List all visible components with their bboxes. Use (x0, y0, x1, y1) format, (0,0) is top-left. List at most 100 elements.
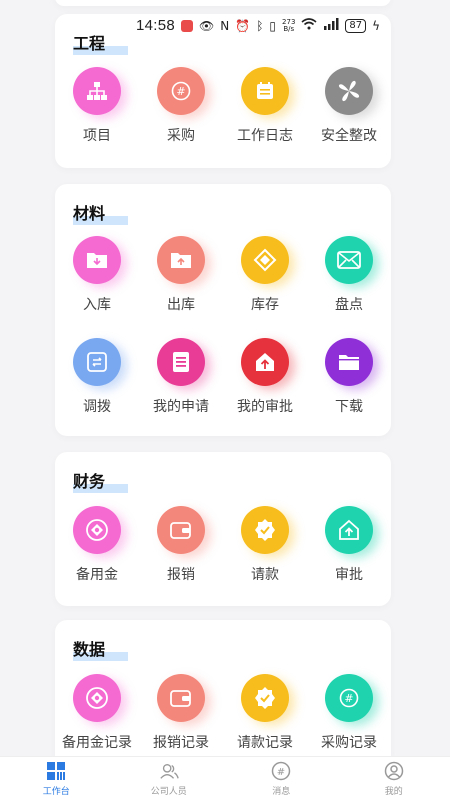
menu-item-stock-in[interactable]: 入库 (55, 236, 139, 314)
eye-icon: 👁 (199, 18, 215, 33)
menu-item-label: 出库 (167, 297, 195, 313)
menu-item-reimbursement[interactable]: 报销 (139, 506, 223, 584)
menu-item-stocktake[interactable]: 盘点 (307, 236, 391, 314)
menu-item-label: 我的审批 (237, 399, 293, 415)
menu-item-label: 我的申请 (153, 399, 209, 415)
menu-item-purchase[interactable]: # 采购 (139, 67, 223, 145)
section-title: 财务 (73, 472, 106, 491)
nav-item-workbench[interactable]: 工作台 (11, 761, 101, 797)
menu-item-label: 调拨 (83, 399, 111, 415)
calendar-log-icon (241, 67, 289, 115)
menu-item-label: 报销 (167, 567, 195, 583)
dashboard-icon (46, 761, 66, 781)
section-title-wrap: 财务 (73, 468, 128, 494)
badge-check-icon (241, 506, 289, 554)
menu-item-inventory[interactable]: 库存 (223, 236, 307, 314)
nav-item-staff[interactable]: 公司人员 (124, 761, 214, 797)
transfer-icon (73, 338, 121, 386)
status-bar-content: 14:58 👁 N ⏰ ᛒ ▯ 273 B/s 87 ϟ (130, 15, 387, 36)
hash-icon: # (157, 67, 205, 115)
folder-in-icon (73, 236, 121, 284)
menu-item-label: 盘点 (335, 297, 363, 313)
menu-item-label: 备用金记录 (62, 735, 132, 751)
section-grid: 备用金 报销 请款 审批 (55, 506, 391, 584)
net-speed: 273 B/s (282, 18, 295, 33)
menu-item-transfer[interactable]: 调拨 (55, 338, 139, 416)
wallet-icon (157, 506, 205, 554)
menu-item-label: 入库 (83, 297, 111, 313)
nav-label: 公司人员 (150, 786, 187, 797)
menu-item-label: 采购 (167, 128, 195, 144)
folder-out-icon (157, 236, 205, 284)
bluetooth-icon: ᛒ (256, 18, 264, 33)
menu-item-project[interactable]: 项目 (55, 67, 139, 145)
nav-item-messages[interactable]: # 消息 (236, 761, 326, 797)
diamond-icon (241, 236, 289, 284)
section-grid: 备用金记录 报销记录 请款记录 # 采购记录 (55, 674, 391, 752)
nfc-icon: N (220, 18, 230, 33)
section-title: 数据 (73, 640, 106, 659)
menu-item-approval[interactable]: 审批 (307, 506, 391, 584)
status-bar: 14:58 👁 N ⏰ ᛒ ▯ 273 B/s 87 ϟ (0, 0, 450, 52)
message-icon: # (271, 761, 291, 781)
hash-icon: # (325, 674, 373, 722)
menu-item-download[interactable]: 下载 (307, 338, 391, 416)
section-grid: 项目 # 采购 工作日志 安全整改 (55, 67, 391, 145)
menu-item-reimbursement-records[interactable]: 报销记录 (139, 674, 223, 752)
section-title-wrap: 材料 (73, 200, 128, 226)
menu-item-my-approvals[interactable]: 我的审批 (223, 338, 307, 416)
menu-item-my-requests[interactable]: 我的申请 (139, 338, 223, 416)
section-materials: 材料 入库 出库 库存 盘点 调拨 我的申请 我的审批 下载 (55, 184, 391, 436)
badge-check-icon (241, 674, 289, 722)
menu-item-label: 下载 (335, 399, 363, 415)
nav-item-me[interactable]: 我的 (349, 761, 439, 797)
menu-item-safety-rectify[interactable]: 安全整改 (307, 67, 391, 145)
menu-item-stock-out[interactable]: 出库 (139, 236, 223, 314)
profile-icon (384, 761, 404, 781)
menu-item-label: 请款记录 (237, 735, 293, 751)
section-title: 材料 (73, 204, 106, 223)
coin-icon (73, 506, 121, 554)
signal-icon (323, 18, 339, 33)
notification-badge-icon (181, 19, 194, 32)
vibrate-icon: ▯ (269, 18, 277, 33)
menu-item-label: 备用金 (76, 567, 118, 583)
section-finance: 财务 备用金 报销 请款 审批 (55, 452, 391, 606)
svg-text:#: # (277, 767, 285, 778)
svg-text:#: # (176, 85, 185, 98)
menu-item-purchase-records[interactable]: # 采购记录 (307, 674, 391, 752)
sitemap-icon (73, 67, 121, 115)
menu-item-petty-cash[interactable]: 备用金 (55, 506, 139, 584)
net-speed-unit: B/s (283, 24, 295, 33)
menu-item-label: 项目 (83, 128, 111, 144)
coin-icon (73, 674, 121, 722)
people-icon (159, 761, 179, 781)
nav-label: 消息 (272, 786, 291, 797)
menu-item-label: 工作日志 (237, 128, 293, 144)
section-grid: 入库 出库 库存 盘点 调拨 我的申请 我的审批 下载 (55, 236, 391, 416)
upload-icon (241, 338, 289, 386)
menu-item-payment-request-records[interactable]: 请款记录 (223, 674, 307, 752)
menu-item-label: 报销记录 (153, 735, 209, 751)
section-title-wrap: 数据 (73, 636, 128, 662)
menu-item-petty-cash-records[interactable]: 备用金记录 (55, 674, 139, 752)
house-up-icon (325, 506, 373, 554)
menu-item-work-log[interactable]: 工作日志 (223, 67, 307, 145)
charging-icon: ϟ (372, 18, 381, 33)
bottom-nav: 工作台 公司人员 # 消息 我的 (0, 756, 450, 800)
fan-icon (325, 67, 373, 115)
svg-text:#: # (344, 692, 353, 705)
menu-item-label: 请款 (251, 567, 279, 583)
envelope-icon (325, 236, 373, 284)
battery-indicator: 87 (345, 18, 367, 33)
menu-item-label: 采购记录 (321, 735, 377, 751)
menu-item-payment-request[interactable]: 请款 (223, 506, 307, 584)
menu-item-label: 安全整改 (321, 128, 377, 144)
alarm-icon: ⏰ (235, 18, 251, 33)
document-icon (157, 338, 205, 386)
nav-label: 我的 (384, 786, 403, 797)
folder-icon (325, 338, 373, 386)
menu-item-label: 审批 (335, 567, 363, 583)
wifi-icon (301, 18, 317, 33)
wallet-icon (157, 674, 205, 722)
